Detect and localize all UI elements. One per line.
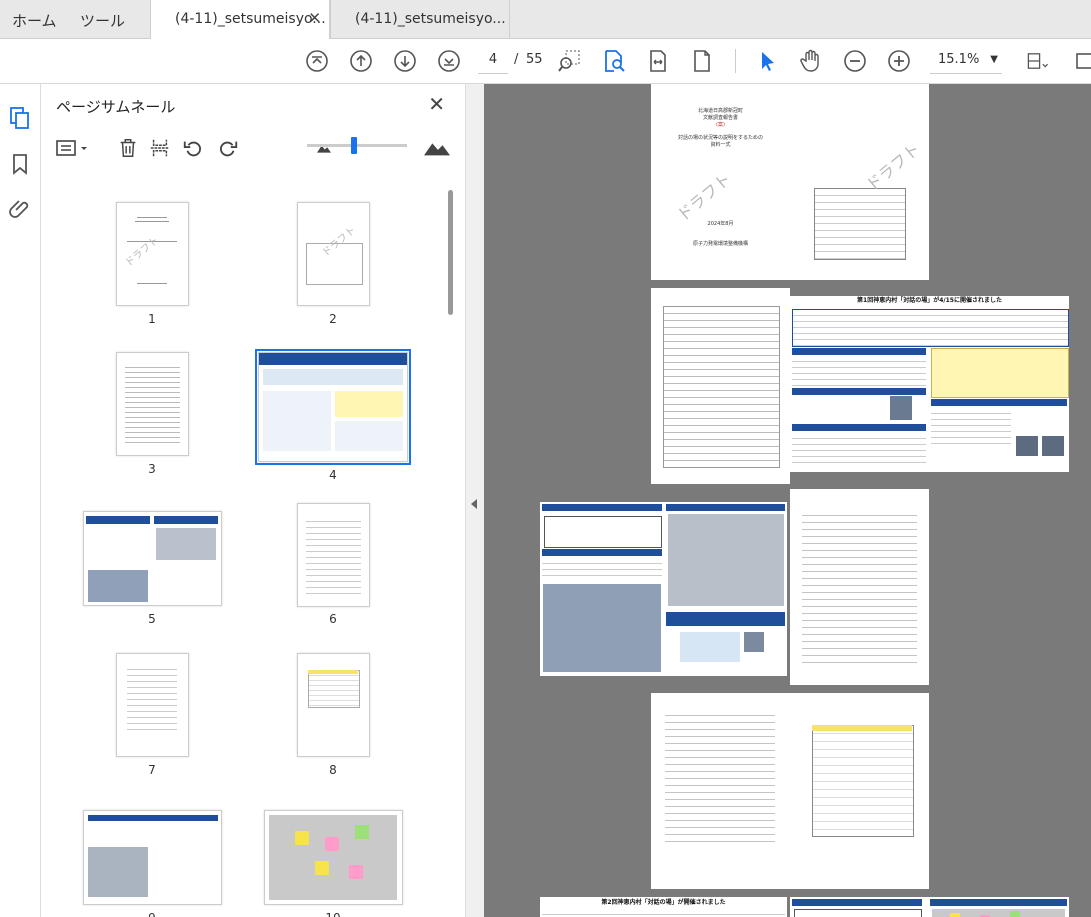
collapse-arrow-icon[interactable] (471, 499, 477, 509)
extract-pages-icon[interactable] (148, 136, 172, 160)
rotate-right-icon[interactable] (216, 136, 240, 160)
thumbnail-list: ドラフト 1 ドラフト 2 3 4 5 6 7 8 (41, 175, 457, 917)
cover-title-block: 北海道日高郡新冠町 文献調査報告書 (案) 対話の場の状況等の説明をするための … (651, 108, 790, 149)
document-tab[interactable]: (4-11)_setsumeisyo... (330, 0, 510, 38)
last-page-icon[interactable] (435, 47, 463, 75)
find-text-icon[interactable] (600, 47, 628, 75)
tab-tools[interactable]: ツール (80, 10, 125, 31)
thumbnail-number: 2 (329, 312, 337, 326)
next-page-icon[interactable] (391, 47, 419, 75)
document-page-5 (540, 502, 787, 676)
thumbnail-number: 10 (313, 911, 353, 917)
document-page-8 (790, 693, 929, 889)
thumbnail-page-1[interactable]: ドラフト (116, 202, 189, 306)
document-page-2: ドラフト (790, 84, 929, 280)
thumbnail-number: 4 (329, 468, 337, 482)
document-view[interactable]: 北海道日高郡新冠町 文献調査報告書 (案) 対話の場の状況等の説明をするための … (484, 84, 1091, 917)
cover-line: 北海道日高郡新冠町 (697, 108, 743, 114)
page-4-title: 第1回神恵内村「対話の場」が4/15に開催されました (790, 296, 1069, 306)
document-page-7 (651, 693, 790, 889)
attachment-icon[interactable] (8, 198, 32, 222)
cover-line: 文献調査報告書 (702, 115, 738, 121)
thumbnail-page-8[interactable] (297, 653, 370, 757)
thumbnail-page-10[interactable] (264, 810, 403, 905)
document-tab-label: (4-11)_setsumeisyo... (355, 11, 506, 27)
page-number-input[interactable]: 4 (478, 47, 508, 74)
prev-page-icon[interactable] (347, 47, 375, 75)
left-rail (0, 84, 41, 917)
fit-page-icon[interactable] (688, 47, 716, 75)
document-page-3 (651, 288, 790, 484)
cover-line: 資料一式 (710, 142, 731, 148)
close-icon[interactable]: ✕ (308, 9, 321, 27)
document-tab-active[interactable]: (4-11)_setsumeisyo... ✕ (150, 0, 330, 39)
document-page-4: 第1回神恵内村「対話の場」が4/15に開催されました (790, 296, 1069, 472)
zoom-out-icon[interactable] (841, 47, 869, 75)
thumbnail-number: 5 (148, 612, 156, 626)
marquee-zoom-icon[interactable] (555, 47, 583, 75)
delete-icon[interactable] (116, 136, 140, 160)
thumbnail-number: 1 (148, 312, 156, 326)
rotate-left-icon[interactable] (181, 136, 205, 160)
tab-home[interactable]: ホーム (12, 10, 57, 31)
thumbnail-page-2[interactable]: ドラフト (297, 202, 370, 306)
close-icon[interactable]: ✕ (428, 92, 445, 116)
thumbnail-page-7[interactable] (116, 653, 189, 757)
thumbnail-options-icon[interactable] (55, 136, 91, 160)
panel-scrollbar[interactable] (448, 190, 453, 315)
thumbnail-number: 6 (329, 612, 337, 626)
draft-watermark: ドラフト (862, 139, 924, 196)
page-thumbnails-icon[interactable] (8, 106, 32, 130)
zoom-in-icon[interactable] (885, 47, 913, 75)
panel-title: ページサムネール (56, 98, 176, 116)
bookmark-icon[interactable] (8, 152, 32, 176)
chevron-down-icon: ▼ (990, 54, 998, 65)
thumbnail-number: 3 (148, 462, 156, 476)
thumbnail-number: 9 (132, 911, 172, 917)
panel-splitter[interactable] (465, 84, 484, 917)
first-page-icon[interactable] (303, 47, 331, 75)
select-cursor-icon[interactable] (753, 47, 781, 75)
cover-date: 2024年8月 (707, 221, 734, 227)
document-page-1: 北海道日高郡新冠町 文献調査報告書 (案) 対話の場の状況等の説明をするための … (651, 84, 790, 280)
cover-line: 対話の場の状況等の説明をするための (677, 135, 763, 141)
draft-watermark: ドラフト (673, 169, 735, 226)
more-tools-icon[interactable] (1072, 47, 1091, 75)
cover-line: (案) (716, 122, 725, 128)
tab-bar: ホーム ツール (4-11)_setsumeisyo... ✕ (4-11)_s… (0, 0, 1091, 39)
page-count: 55 (526, 52, 543, 67)
document-page-9: 第2回神恵内村「対話の場」が開催されました (540, 897, 787, 917)
thumbnail-number: 7 (148, 763, 156, 777)
large-thumbnails-icon[interactable] (423, 136, 451, 160)
hand-tool-icon[interactable] (797, 47, 825, 75)
thumbnail-page-6[interactable] (297, 503, 370, 607)
zoom-level-select[interactable]: 15.1% ▼ (930, 47, 1002, 74)
document-page-10 (790, 897, 1069, 917)
thumbnail-page-4[interactable] (255, 349, 411, 465)
page-separator: / (514, 52, 519, 67)
small-thumbnails-icon[interactable] (315, 136, 333, 160)
zoom-level-value: 15.1% (938, 52, 980, 67)
toolbar-divider (735, 49, 736, 73)
page-9-title: 第2回神恵内村「対話の場」が開催されました (601, 899, 726, 906)
cover-organization: 原子力発電環境整備機構 (692, 241, 748, 247)
toolbar: 4 / 55 15.1% ▼ (0, 39, 1091, 84)
document-tab-label: (4-11)_setsumeisyo... (175, 11, 326, 27)
fit-width-icon[interactable] (644, 47, 672, 75)
thumbnail-page-9[interactable] (83, 810, 222, 905)
slider-handle[interactable] (351, 137, 357, 154)
thumbnail-size-slider[interactable] (307, 144, 407, 147)
thumbnail-page-3[interactable] (116, 352, 189, 456)
thumbnail-page-5[interactable] (83, 511, 222, 606)
thumbnail-number: 8 (329, 763, 337, 777)
document-page-6 (790, 489, 929, 685)
page-layout-icon[interactable] (1020, 47, 1056, 75)
